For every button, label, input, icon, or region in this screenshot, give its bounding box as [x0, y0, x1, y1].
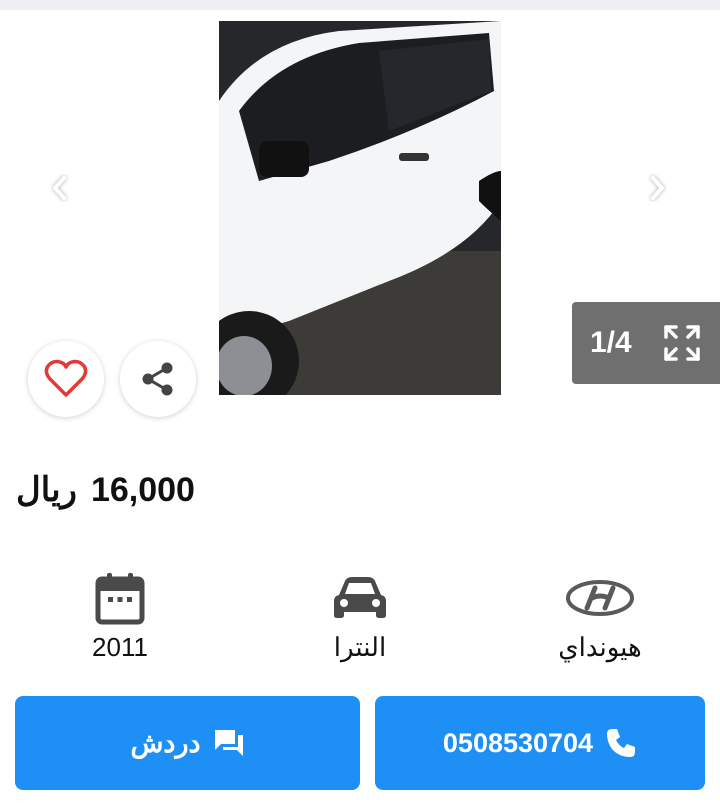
listing-photo[interactable] [219, 21, 501, 395]
spec-year: 2011 [40, 568, 200, 663]
chevron-right-icon [651, 176, 664, 200]
spec-model: النترا [280, 568, 440, 663]
fullscreen-icon [663, 325, 700, 361]
previous-image-button[interactable] [42, 170, 78, 206]
spec-year-label: 2011 [92, 632, 148, 662]
chat-icon [214, 730, 243, 756]
listing-price: ريال 16,000 [16, 470, 195, 510]
spec-make-label: هيونداي [558, 632, 642, 662]
share-button[interactable] [120, 341, 196, 417]
chevron-left-icon [53, 176, 66, 200]
calendar-icon [95, 573, 145, 625]
phone-number-label: 0508530704 [442, 727, 594, 758]
call-button[interactable]: 0508530704 [375, 696, 705, 790]
share-icon [142, 362, 173, 396]
gallery-counter-fullscreen[interactable]: 1/4 [572, 302, 720, 384]
hyundai-logo-icon [566, 580, 634, 616]
spec-make: هيونداي [520, 568, 680, 663]
price-currency: ريال [16, 471, 77, 509]
car-icon [334, 577, 386, 618]
next-image-button[interactable] [639, 170, 675, 206]
top-bar [0, 0, 720, 10]
heart-icon [44, 359, 88, 397]
image-counter: 1/4 [590, 326, 632, 359]
chat-button-label: دردش [130, 727, 201, 758]
car-photo-illustration [219, 21, 501, 395]
price-value: 16,000 [90, 471, 195, 509]
chat-button[interactable]: دردش [15, 696, 360, 790]
spec-model-label: النترا [333, 632, 387, 662]
favorite-button[interactable] [28, 341, 104, 417]
phone-icon [607, 729, 636, 757]
